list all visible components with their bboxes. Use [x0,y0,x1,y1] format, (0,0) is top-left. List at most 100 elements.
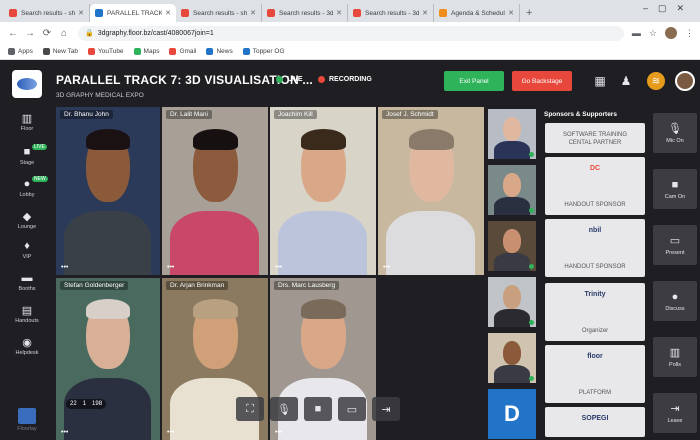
back-icon[interactable]: ← [6,28,20,39]
fullscreen-icon[interactable]: ⛶ [236,397,264,421]
participant-body [494,309,530,327]
video-tile[interactable]: Stefan Goldenberger ••• [56,278,160,440]
forward-icon[interactable]: → [23,28,37,39]
video-tile[interactable]: Dr. Lalit Mani ••• [162,107,268,275]
nav-item-lounge[interactable]: ◆ Lounge [0,210,54,231]
sponsor-card[interactable]: DC HANDOUT SPONSOR [545,157,645,215]
nav-item-lobby[interactable]: ● NEW Lobby [0,176,54,198]
participant-hair [193,299,238,319]
nav-item-vip[interactable]: ♦ VIP [0,240,54,260]
bookmark-item[interactable]: Topper OG [242,48,285,55]
floorlay-icon[interactable] [18,408,36,424]
tab-close-icon[interactable]: ✕ [336,9,342,17]
nav-label: Floor [20,126,34,132]
tab-favicon-icon [267,9,275,17]
participant-face [503,285,521,309]
participant-avatar-d[interactable]: D [488,389,536,439]
sponsor-card[interactable]: Trinity Organizer [545,283,645,341]
mic-toggle-icon[interactable]: 🎙 [270,397,298,421]
tile-menu-icon[interactable]: ••• [61,429,68,436]
home-icon[interactable]: ⌂ [57,28,71,39]
bookmark-item[interactable]: Apps [8,48,33,55]
tile-menu-icon[interactable]: ••• [275,264,282,271]
user-avatar[interactable] [675,71,695,91]
exit-icon[interactable]: ⇥ [372,397,400,421]
bookmark-item[interactable]: New Tab [42,48,78,55]
browser-tab[interactable]: Search results - 3dgr...✕ [348,4,434,22]
bookmark-item[interactable]: Gmail [169,48,196,55]
floorlay-label: Floorlay [17,426,37,432]
camera-toggle-icon[interactable]: ■ [304,397,332,421]
participant-thumbnail[interactable] [488,165,536,215]
sponsor-logo: DC [589,165,601,172]
exit-panel-button[interactable]: Exit Panel [444,71,504,91]
app-window: Search results - shbc...✕PARALLEL TRACK✕… [0,0,700,440]
profile-avatar[interactable] [665,27,677,39]
participant-thumbnail[interactable] [488,109,536,159]
menu-icon[interactable]: ⋮ [685,28,694,39]
event-logo[interactable] [12,70,42,98]
address-bar[interactable]: 🔒 3dgraphy.floor.bz/cast/4080067join=1 [78,25,624,41]
participant-name: Joachim Kill [274,110,317,119]
polls-button[interactable]: ▥ Polls [653,337,697,377]
go-backstage-button[interactable]: Go Backstage [512,71,572,91]
sponsor-card[interactable]: floor PLATFORM [545,345,645,403]
sponsor-logo: floor [587,353,603,360]
bookmark-item[interactable]: News [206,48,233,55]
star-icon[interactable]: ☆ [649,28,657,39]
grid-view-icon[interactable]: ▦ [591,72,609,90]
discuss-button[interactable]: ● Discuss [653,281,697,321]
sponsor-card[interactable]: SOPEGI [545,407,645,437]
bookmark-icon [8,48,15,55]
bookmark-icon [133,48,141,55]
vip-icon: ♦ [24,240,30,252]
nav-item-booths[interactable]: ▬ Booths [0,272,54,292]
participant-thumbnail[interactable] [488,221,536,271]
tile-menu-icon[interactable]: ••• [167,264,174,271]
tab-close-icon[interactable]: ✕ [165,9,171,17]
participant-thumbnail[interactable] [488,277,536,327]
tab-close-icon[interactable]: ✕ [508,9,514,17]
participant-face [503,341,521,365]
tab-close-icon[interactable]: ✕ [250,9,256,17]
browser-tab[interactable]: Search results - shbc...✕ [4,4,90,22]
cam-on-button[interactable]: ■ Cam On [653,169,697,209]
reload-icon[interactable]: ⟳ [40,28,54,39]
sponsor-card[interactable]: SOFTWARE TRAINING CENTAL PARTNER [545,123,645,153]
sponsor-card[interactable]: nbil HANDOUT SPONSOR [545,219,645,277]
leave-button[interactable]: ⇥ Leave [653,393,697,433]
nav-item-helpdesk[interactable]: ◉ Helpdesk [0,336,54,357]
tile-menu-icon[interactable]: ••• [275,429,282,436]
sponsors-title: Sponsors & Supporters [544,111,617,118]
sponsor-logo: SOPEGI [581,415,609,422]
cast-icon[interactable]: ▬ [632,28,641,38]
browser-tab[interactable]: Agenda & Schedule ✕ [434,4,520,22]
window-controls[interactable]: –▢✕ [643,3,694,14]
browser-tab[interactable]: Search results - shba...✕ [176,4,262,22]
nav-item-handouts[interactable]: ▤ Handouts [0,304,54,325]
participant-thumbnail[interactable] [488,333,536,383]
new-tab-button[interactable]: + [526,7,532,19]
nav-item-floor[interactable]: ▥ Floor [0,112,54,133]
tab-favicon-icon [439,9,447,17]
browser-tab[interactable]: Search results - 3dgr...✕ [262,4,348,22]
participant-name: Josef J. Schmidt [382,110,438,119]
tab-favicon-icon [95,9,103,17]
tab-close-icon[interactable]: ✕ [78,9,84,17]
tab-close-icon[interactable]: ✕ [422,9,428,17]
wifi-icon[interactable]: ≋ [647,72,665,90]
present-button[interactable]: ▭ Present [653,225,697,265]
video-tile[interactable]: Joachim Kill ••• [270,107,376,275]
mic-on-button[interactable]: 🎙 Mic On [653,113,697,153]
tile-menu-icon[interactable]: ••• [167,429,174,436]
nav-item-stage[interactable]: ■ LIVE Stage [0,144,54,166]
screen-share-icon[interactable]: ▭ [338,397,366,421]
browser-tab[interactable]: PARALLEL TRACK ✕ [90,4,176,22]
tile-menu-icon[interactable]: ••• [383,264,390,271]
video-tile[interactable]: Dr. Bhanu John ••• [56,107,160,275]
video-tile[interactable]: Josef J. Schmidt ••• [378,107,484,275]
bookmark-item[interactable]: Maps [133,48,159,55]
bookmark-item[interactable]: YouTube [88,48,124,55]
add-user-icon[interactable]: ♟ [617,72,635,90]
tile-menu-icon[interactable]: ••• [61,264,68,271]
